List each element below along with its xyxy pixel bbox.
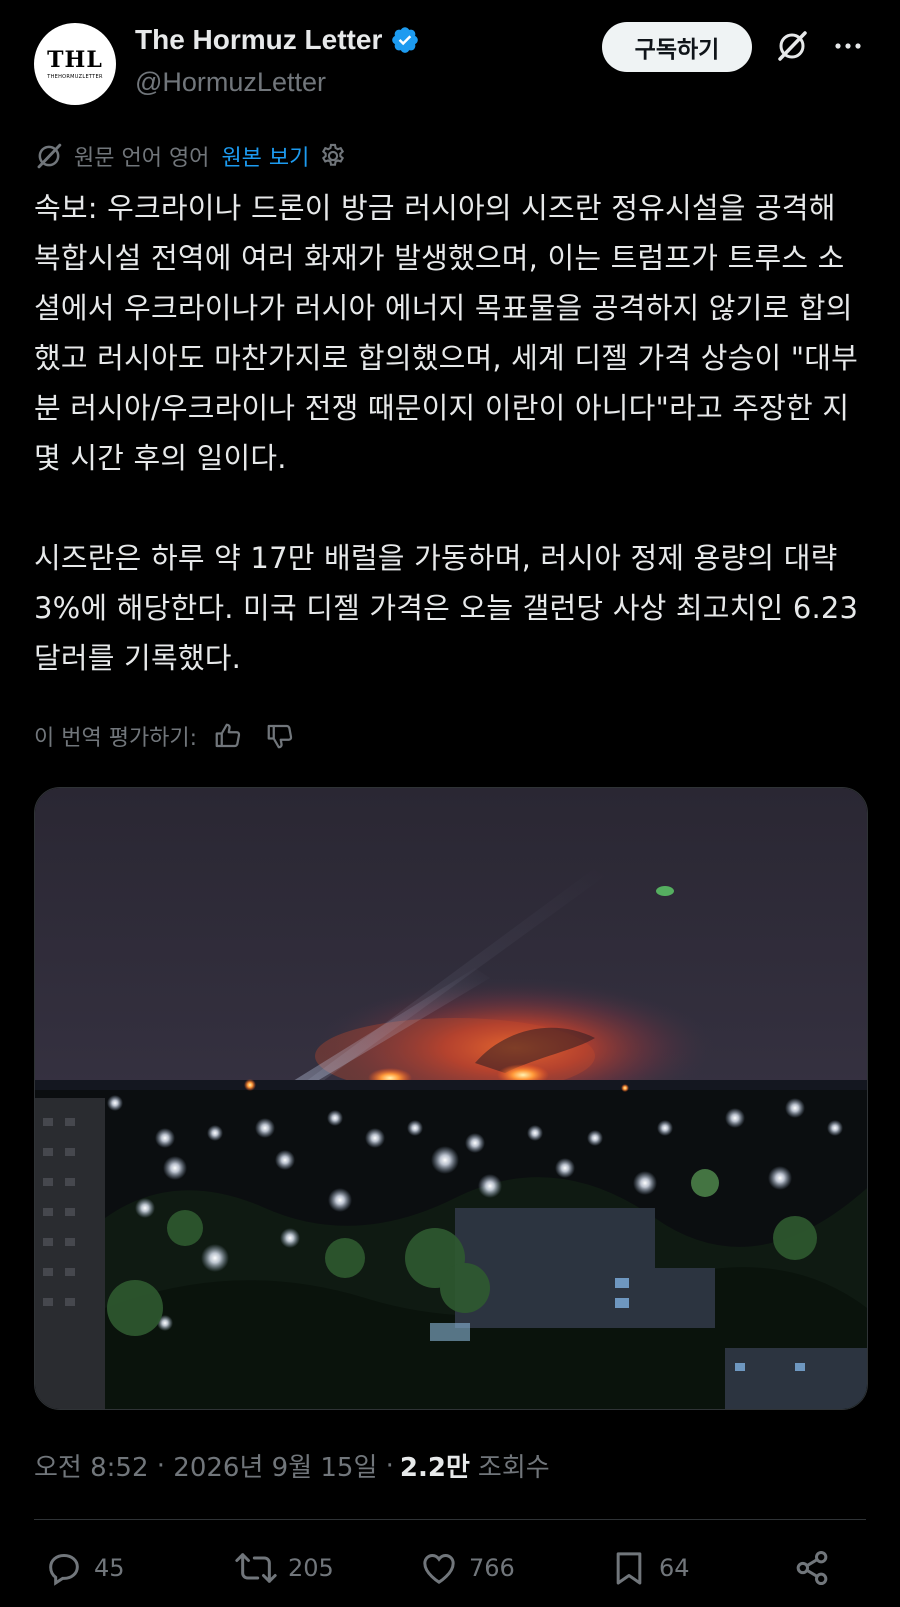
author-name-row: The Hormuz Letter <box>135 24 420 56</box>
reply-count: 45 <box>94 1554 125 1582</box>
verified-badge-icon <box>392 27 419 53</box>
translation-source-label: 원문 언어 영어 <box>74 146 210 171</box>
meta-separator: · <box>148 1450 174 1481</box>
more-options-icon[interactable] <box>830 28 866 64</box>
reply-icon <box>49 1553 79 1586</box>
action-bar: 45 205 766 64 <box>34 1548 866 1592</box>
post-time[interactable]: 오전 8:52 <box>34 1447 149 1484</box>
post-metadata: 오전 8:52 · 2026년 9월 15일 · 2.2만 조회수 <box>34 1447 550 1484</box>
post-paragraph-1: 속보: 우크라이나 드론이 방금 러시아의 시즈란 정유시설을 공격해 복합시설… <box>34 191 859 475</box>
thumbs-down-icon[interactable] <box>265 721 295 751</box>
avatar-subtext: THEHORMUZLETTER <box>47 73 103 80</box>
view-count: 2.2만 <box>399 1453 470 1483</box>
rate-translation-label: 이 번역 평가하기: <box>34 726 198 751</box>
avatar-monogram: THL <box>47 46 103 73</box>
like-button[interactable]: 766 <box>419 1548 515 1588</box>
heart-icon <box>423 1553 455 1584</box>
view-count-label: 조회수 <box>477 1453 550 1483</box>
avatar[interactable]: THL THEHORMUZLETTER <box>34 23 116 105</box>
like-count: 766 <box>469 1554 515 1582</box>
share-button[interactable] <box>792 1548 832 1588</box>
bookmark-count: 64 <box>659 1554 690 1582</box>
bookmark-button[interactable]: 64 <box>609 1548 690 1588</box>
author-name[interactable]: The Hormuz Letter <box>135 24 382 56</box>
rate-translation: 이 번역 평가하기: <box>34 720 295 752</box>
night-refinery-fire-photo <box>35 788 867 1409</box>
subscribe-button[interactable]: 구독하기 <box>602 22 752 72</box>
show-original-link[interactable]: 원본 보기 <box>221 140 309 172</box>
author-handle[interactable]: @HormuzLetter <box>135 67 326 98</box>
reply-button[interactable]: 45 <box>44 1548 125 1588</box>
bookmark-icon <box>616 1552 642 1585</box>
repost-button[interactable]: 205 <box>234 1548 334 1588</box>
share-icon <box>796 1551 828 1585</box>
meta-separator: · <box>377 1450 394 1481</box>
grok-translate-icon <box>37 143 62 169</box>
post-text: 속보: 우크라이나 드론이 방금 러시아의 시즈란 정유시설을 공격해 복합시설… <box>34 183 868 683</box>
thumbs-up-icon[interactable] <box>213 721 243 751</box>
post-paragraph-2: 시즈란은 하루 약 17만 배럴을 가동하며, 러시아 정제 용량의 대략 3%… <box>34 541 859 675</box>
grok-icon[interactable] <box>774 28 810 64</box>
translation-bar: 원문 언어 영어 원본 보기 <box>34 140 347 172</box>
divider <box>34 1519 866 1520</box>
repost-count: 205 <box>288 1554 334 1582</box>
settings-icon[interactable] <box>319 142 347 170</box>
repost-icon <box>235 1553 277 1583</box>
post-image[interactable] <box>34 787 868 1410</box>
post-date[interactable]: 2026년 9월 15일 <box>173 1447 377 1484</box>
